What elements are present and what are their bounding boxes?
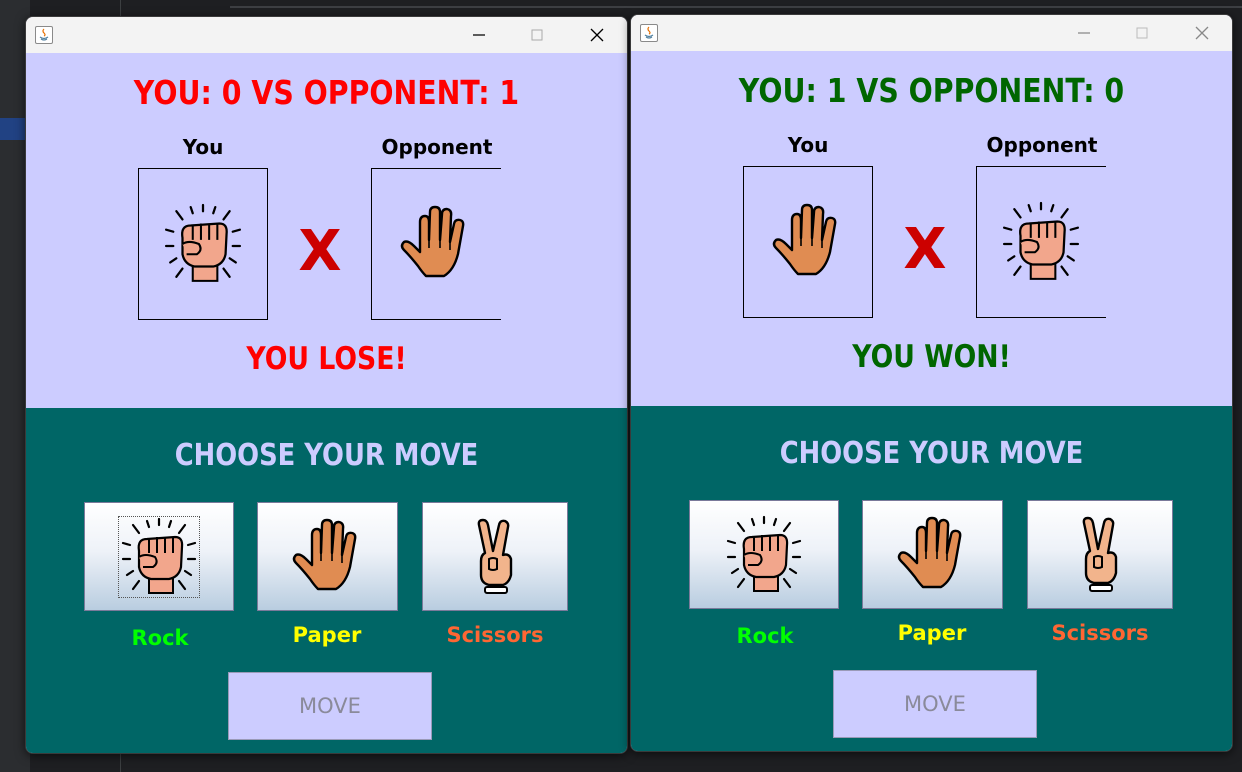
java-icon bbox=[35, 26, 53, 44]
opponent-label: Opponent bbox=[381, 135, 493, 159]
rock-hand-icon bbox=[162, 203, 244, 285]
scissors-label: Scissors bbox=[446, 623, 544, 647]
minimize-icon bbox=[1078, 32, 1090, 34]
move-submit-button[interactable]: MOVE bbox=[833, 670, 1037, 738]
paper-label: Paper bbox=[292, 623, 362, 647]
close-button[interactable] bbox=[568, 17, 626, 53]
vs-symbol: X bbox=[298, 219, 342, 284]
paper-button[interactable] bbox=[257, 502, 398, 611]
scissors-hand-icon bbox=[1060, 515, 1140, 595]
score-text: YOU: 0 VS OPPONENT: 1 bbox=[133, 73, 520, 112]
you-label: You bbox=[787, 133, 829, 157]
scissors-button[interactable] bbox=[1027, 500, 1173, 609]
choose-move-heading: CHOOSE YOUR MOVE bbox=[779, 436, 1084, 471]
result-panel: YOU: 1 VS OPPONENT: 0 You Opponent X YOU… bbox=[631, 51, 1232, 406]
game-window-right: YOU: 1 VS OPPONENT: 0 You Opponent X YOU… bbox=[630, 14, 1233, 752]
scissors-label: Scissors bbox=[1051, 621, 1149, 645]
minimize-button[interactable] bbox=[1055, 15, 1113, 51]
move-panel: CHOOSE YOUR MOVE Rock Paper Scissors MOV… bbox=[631, 406, 1232, 751]
paper-label: Paper bbox=[897, 621, 967, 645]
you-choice-box bbox=[138, 168, 268, 320]
scissors-hand-icon bbox=[455, 517, 535, 597]
move-submit-button[interactable]: MOVE bbox=[228, 672, 432, 740]
move-panel: CHOOSE YOUR MOVE Rock Paper Scissors MOV… bbox=[26, 408, 627, 753]
rock-label: Rock bbox=[131, 626, 189, 650]
paper-hand-icon bbox=[288, 517, 368, 597]
close-icon bbox=[590, 28, 604, 42]
paper-button[interactable] bbox=[862, 500, 1003, 609]
minimize-icon bbox=[473, 34, 485, 36]
close-icon bbox=[1195, 26, 1209, 40]
score-text: YOU: 1 VS OPPONENT: 0 bbox=[738, 71, 1125, 110]
opponent-choice-box bbox=[976, 166, 1106, 318]
paper-hand-icon bbox=[768, 202, 848, 282]
java-icon bbox=[640, 24, 658, 42]
rock-hand-icon bbox=[724, 515, 804, 595]
paper-hand-icon bbox=[893, 515, 973, 595]
result-panel: YOU: 0 VS OPPONENT: 1 You Opponent X YOU… bbox=[26, 53, 627, 408]
paper-hand-icon bbox=[396, 204, 476, 284]
choose-move-heading: CHOOSE YOUR MOVE bbox=[174, 438, 479, 473]
rock-hand-icon bbox=[119, 517, 199, 597]
scissors-button[interactable] bbox=[422, 502, 568, 611]
rock-hand-icon bbox=[1000, 201, 1082, 283]
rock-button[interactable] bbox=[84, 502, 234, 611]
maximize-button[interactable] bbox=[508, 17, 566, 53]
title-bar bbox=[26, 17, 627, 53]
result-text: YOU LOSE! bbox=[246, 341, 407, 377]
you-choice-box bbox=[743, 166, 873, 318]
ide-tab-strip bbox=[230, 6, 1242, 8]
title-bar bbox=[631, 15, 1232, 51]
rock-label: Rock bbox=[736, 624, 794, 648]
maximize-button[interactable] bbox=[1113, 15, 1171, 51]
opponent-label: Opponent bbox=[986, 133, 1098, 157]
maximize-icon bbox=[1136, 27, 1148, 39]
maximize-icon bbox=[531, 29, 543, 41]
result-text: YOU WON! bbox=[852, 339, 1011, 375]
vs-symbol: X bbox=[903, 217, 947, 282]
minimize-button[interactable] bbox=[450, 17, 508, 53]
you-label: You bbox=[182, 135, 224, 159]
rock-button[interactable] bbox=[689, 500, 839, 609]
game-window-left: YOU: 0 VS OPPONENT: 1 You Opponent X YOU… bbox=[25, 16, 628, 754]
opponent-choice-box bbox=[371, 168, 501, 320]
close-button[interactable] bbox=[1173, 15, 1231, 51]
